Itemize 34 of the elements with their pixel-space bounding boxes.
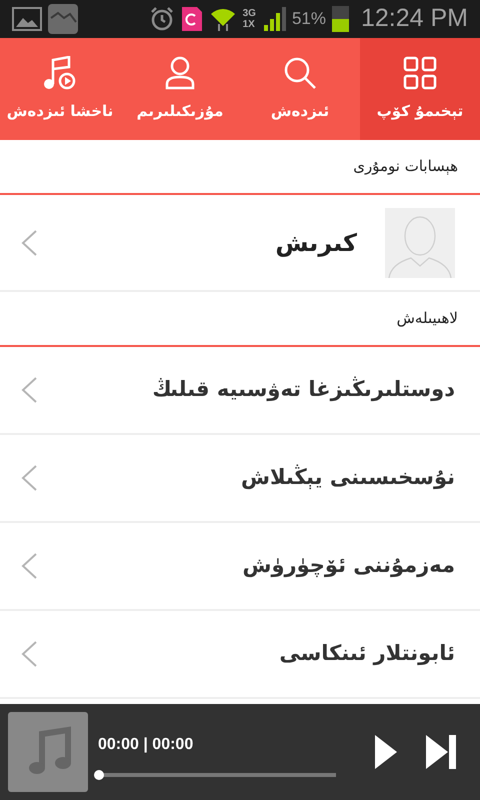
login-label: كىرىش	[275, 228, 357, 259]
chevron-icon	[20, 640, 38, 668]
tab[interactable]: تېخىمۇ كۆپ	[360, 38, 480, 140]
chevron-icon	[20, 228, 38, 256]
clock-time: 12:24 PM	[360, 3, 468, 34]
chevron-icon	[20, 376, 38, 404]
search-icon	[283, 56, 317, 90]
chart-icon	[48, 4, 78, 34]
alarm-icon	[148, 6, 175, 32]
menu-item[interactable]: ئابونتلار ئىنكاسى	[0, 611, 480, 699]
album-art-icon	[8, 712, 88, 792]
app-icon	[180, 6, 203, 32]
skip-next-icon	[426, 735, 456, 769]
gallery-icon	[12, 7, 42, 31]
menu-item[interactable]: دوستلىرىڭىزغا تەۋسىيە قىلىڭ	[0, 347, 480, 435]
menu-item[interactable]: مەزمۇننى ئۆچۈرۈش	[0, 523, 480, 611]
battery-icon	[332, 6, 349, 32]
network-label: 3G	[242, 8, 256, 19]
person-icon	[165, 56, 195, 90]
playback-time: 00:00 | 00:00	[98, 735, 194, 755]
chevron-icon	[20, 464, 38, 492]
login-row[interactable]: كىرىش	[0, 195, 480, 292]
chevron-icon	[20, 552, 38, 580]
menu-item[interactable]: نۇسخىسىنى يېڭىلاش	[0, 435, 480, 523]
battery-percent: 51%	[292, 8, 326, 30]
music-icon	[43, 56, 77, 90]
signal-icon	[262, 6, 288, 32]
network-label: 1X	[242, 19, 256, 30]
grid-icon	[403, 56, 437, 90]
section-header: ھېسابات نومۇرى	[353, 156, 458, 178]
section-header: لاھىيىلەش	[396, 308, 458, 330]
wifi-icon	[208, 6, 237, 32]
avatar-icon	[385, 208, 455, 278]
play-icon	[375, 735, 397, 769]
